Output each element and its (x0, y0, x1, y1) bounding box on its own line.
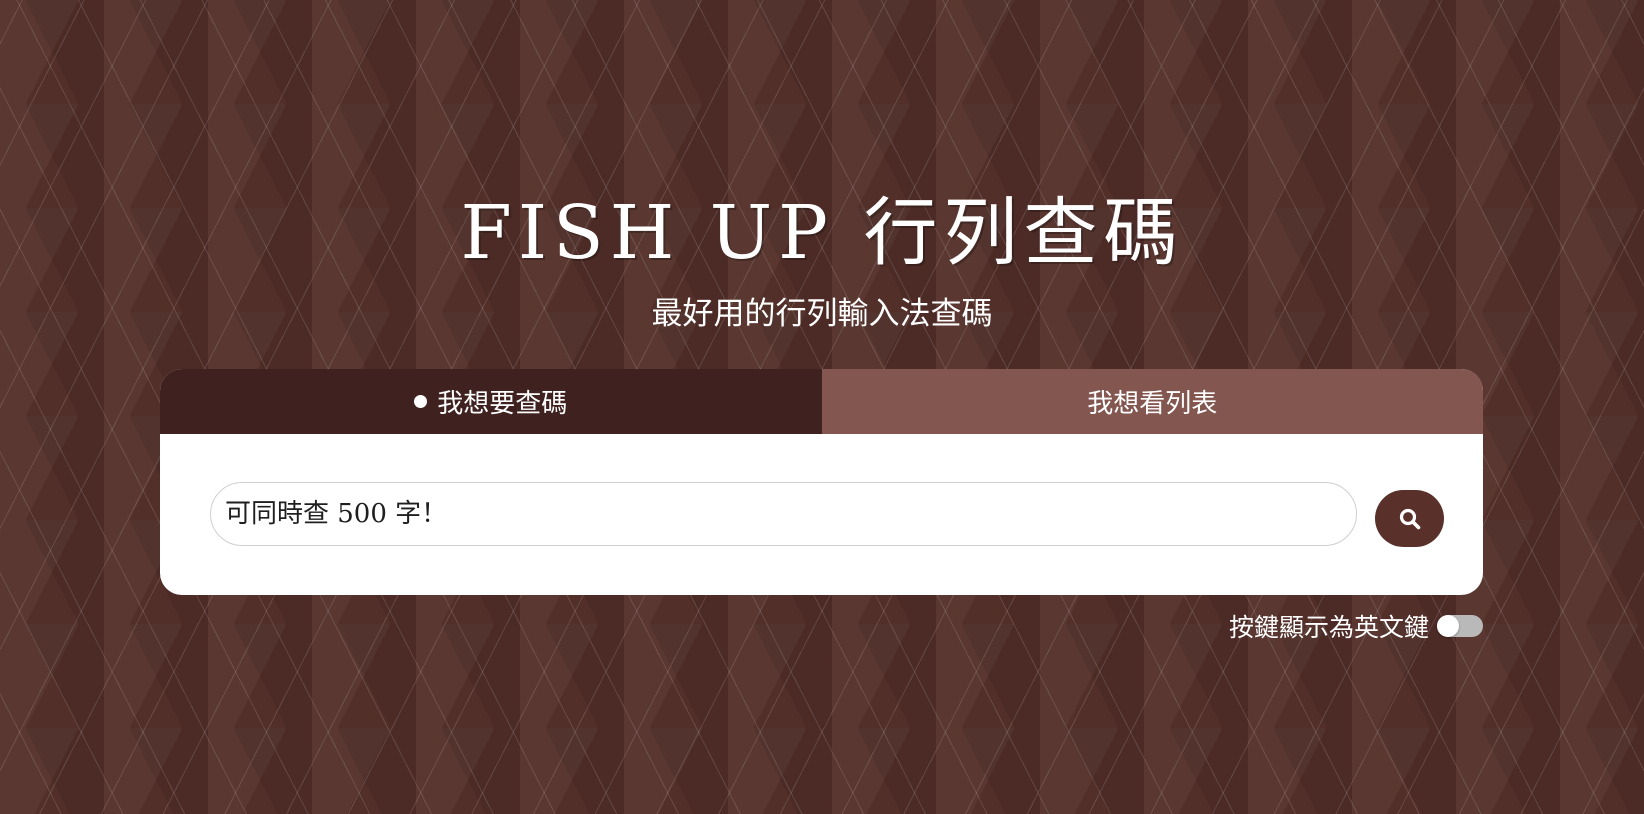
tab-lookup[interactable]: 我想要查碼 (160, 369, 822, 434)
toggle-knob[interactable] (1437, 615, 1459, 637)
english-keys-option: 按鍵顯示為英文鍵 (1100, 606, 1483, 646)
search-button[interactable] (1375, 490, 1444, 547)
english-keys-label: 按鍵顯示為英文鍵 (1228, 613, 1429, 642)
tab-list-label: 我想看列表 (1087, 389, 1218, 419)
search-icon (1399, 508, 1420, 529)
search-input[interactable] (210, 482, 1357, 546)
english-keys-toggle[interactable] (1437, 615, 1483, 637)
site-subtitle: 最好用的行列輸入法查碼 (651, 296, 993, 332)
tab-list[interactable]: 我想看列表 (821, 369, 1483, 434)
site-title: FISH UP 行列查碼 (460, 190, 1184, 276)
active-dot-icon (414, 395, 428, 408)
tab-bar: 我想要查碼 我想看列表 (160, 369, 1483, 434)
search-panel: 我想要查碼 我想看列表 (160, 369, 1483, 595)
tab-lookup-label: 我想要查碼 (437, 389, 568, 419)
